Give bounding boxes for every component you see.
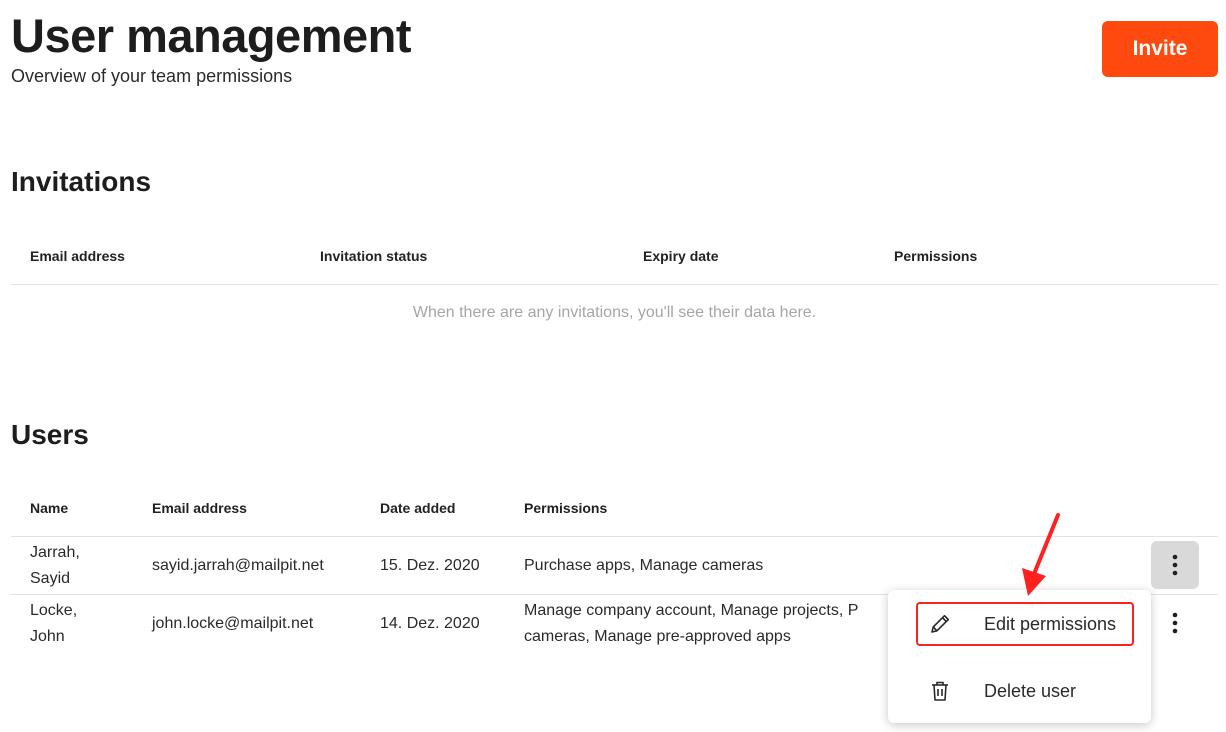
menu-item-delete-user[interactable]: Delete user: [888, 663, 1151, 719]
user-name-line: Sayid: [30, 570, 71, 587]
user-permissions: Manage company account, Manage projects,…: [524, 598, 884, 650]
more-vertical-icon: [1172, 612, 1178, 634]
row-actions-button[interactable]: [1151, 599, 1199, 647]
user-name-line: Jarrah,: [30, 544, 80, 561]
user-date-added: 14. Dez. 2020: [380, 615, 480, 632]
invitations-col-email: Email address: [30, 248, 125, 264]
user-name-line: Locke,: [30, 602, 78, 619]
invitations-header-divider: [11, 284, 1218, 285]
annotation-arrow-icon: [1022, 513, 1060, 596]
invitations-title: Invitations: [11, 166, 152, 197]
user-email: john.locke@mailpit.net: [152, 615, 314, 632]
invitations-col-status: Invitation status: [320, 248, 428, 264]
page-subtitle: Overview of your team permissions: [11, 66, 293, 86]
invitations-col-expiry: Expiry date: [643, 248, 719, 264]
invite-button[interactable]: Invite: [1102, 21, 1218, 77]
users-col-date: Date added: [380, 500, 456, 516]
trash-icon: [932, 681, 948, 701]
invitations-empty-message: When there are any invitations, you'll s…: [412, 304, 817, 321]
user-name-line: John: [30, 628, 65, 645]
invitations-col-permissions: Permissions: [894, 248, 978, 264]
annotation-highlight-box: [916, 602, 1134, 646]
user-name: Jarrah, Sayid: [30, 540, 80, 592]
page-title: User management: [11, 9, 412, 62]
row-actions-button[interactable]: [1151, 541, 1199, 589]
menu-item-label: Delete user: [984, 680, 1077, 701]
more-vertical-icon: [1172, 554, 1178, 576]
user-name: Locke, John: [30, 598, 77, 650]
user-permissions: Purchase apps, Manage cameras: [524, 557, 764, 574]
users-title: Users: [11, 419, 89, 450]
user-permissions-line: cameras, Manage pre-approved apps: [524, 628, 791, 645]
users-col-permissions: Permissions: [524, 500, 608, 516]
users-col-name: Name: [30, 500, 69, 516]
user-date-added: 15. Dez. 2020: [380, 557, 480, 574]
user-permissions-line: Manage company account, Manage projects,…: [524, 602, 859, 619]
users-col-email: Email address: [152, 500, 247, 516]
user-email: sayid.jarrah@mailpit.net: [152, 557, 324, 574]
